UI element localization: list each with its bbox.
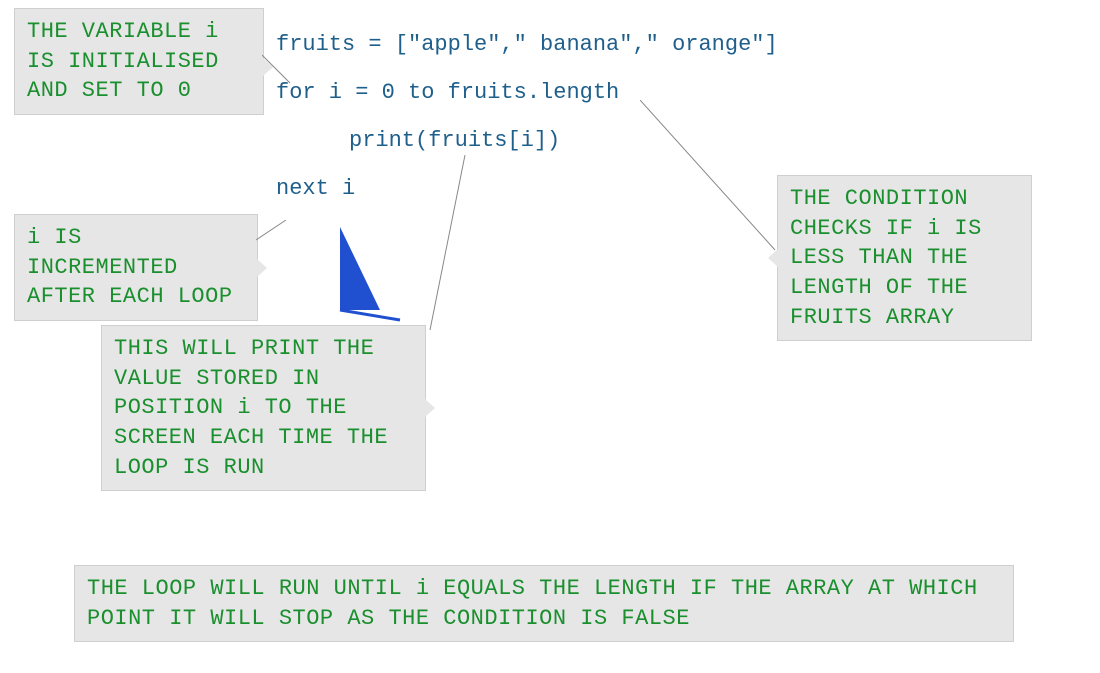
connector-condition xyxy=(640,100,780,260)
callout-variable-init: THE VARIABLE i IS INITIALISED AND SET TO… xyxy=(14,8,264,115)
code-line-3: print(fruits[i]) xyxy=(349,128,560,153)
code-line-1: fruits = ["apple"," banana"," orange"] xyxy=(276,32,778,57)
callout-summary: THE LOOP WILL RUN UNTIL i EQUALS THE LEN… xyxy=(74,565,1014,642)
callout-increment: i IS INCREMENTED AFTER EACH LOOP xyxy=(14,214,258,321)
connector-increment xyxy=(256,220,296,260)
connector-print xyxy=(425,155,505,335)
code-line-2: for i = 0 to fruits.length xyxy=(276,80,619,105)
code-line-4: next i xyxy=(276,176,355,201)
arrow-loop-icon xyxy=(280,205,420,335)
callout-condition: THE CONDITION CHECKS IF i IS LESS THAN T… xyxy=(777,175,1032,341)
callout-print: THIS WILL PRINT THE VALUE STORED IN POSI… xyxy=(101,325,426,491)
